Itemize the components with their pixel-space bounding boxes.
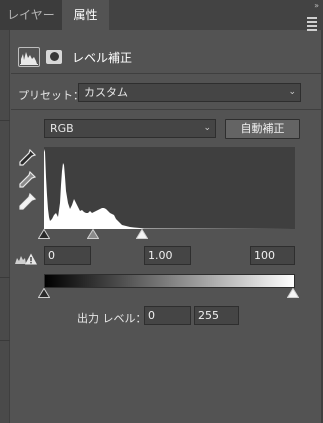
layer-mask-icon[interactable] — [44, 48, 64, 66]
black-eyedropper-icon[interactable] — [17, 148, 37, 168]
output-levels-label: 出力 レベル： — [77, 312, 147, 325]
clipping-warning-icon — [14, 252, 38, 269]
chevron-down-icon: ⌄ — [203, 123, 211, 133]
tab-layers[interactable]: レイヤー — [0, 0, 62, 30]
preset-value: カスタム — [84, 86, 128, 99]
divider — [11, 109, 321, 110]
panel-menu-icon[interactable] — [307, 17, 317, 33]
output-white-field[interactable]: 255 — [194, 306, 239, 325]
white-eyedropper-icon[interactable] — [17, 192, 37, 212]
auto-button[interactable]: 自動補正 — [225, 119, 300, 139]
input-white-field[interactable]: 100 — [250, 246, 295, 265]
channel-value: RGB — [50, 122, 74, 135]
histogram-graph — [44, 149, 295, 229]
preset-dropdown[interactable]: カスタム ⌄ — [78, 83, 301, 102]
adjustment-title: レベル補正 — [72, 51, 133, 65]
output-gradient-bar — [44, 274, 295, 288]
divider — [11, 73, 321, 74]
output-black-field[interactable]: 0 — [144, 306, 191, 325]
input-white-slider[interactable] — [135, 228, 149, 242]
output-black-slider[interactable] — [37, 287, 51, 301]
input-black-slider[interactable] — [37, 228, 51, 242]
input-gamma-field[interactable]: 1.00 — [144, 246, 191, 265]
panel-tab-bar: レイヤー 属性 » — [0, 0, 323, 33]
collapse-panel-icon[interactable]: » — [314, 1, 319, 10]
channel-dropdown[interactable]: RGB ⌄ — [44, 119, 216, 138]
input-gamma-slider[interactable] — [86, 228, 100, 242]
left-edge-strip — [0, 30, 10, 423]
histogram — [44, 147, 295, 229]
chevron-down-icon: ⌄ — [288, 87, 296, 97]
input-black-field[interactable]: 0 — [44, 246, 91, 265]
preset-label: プリセット： — [18, 89, 84, 102]
output-white-slider[interactable] — [286, 287, 300, 301]
levels-histogram-icon[interactable] — [18, 47, 40, 67]
gray-eyedropper-icon[interactable] — [17, 170, 37, 190]
tab-properties[interactable]: 属性 — [62, 0, 109, 30]
